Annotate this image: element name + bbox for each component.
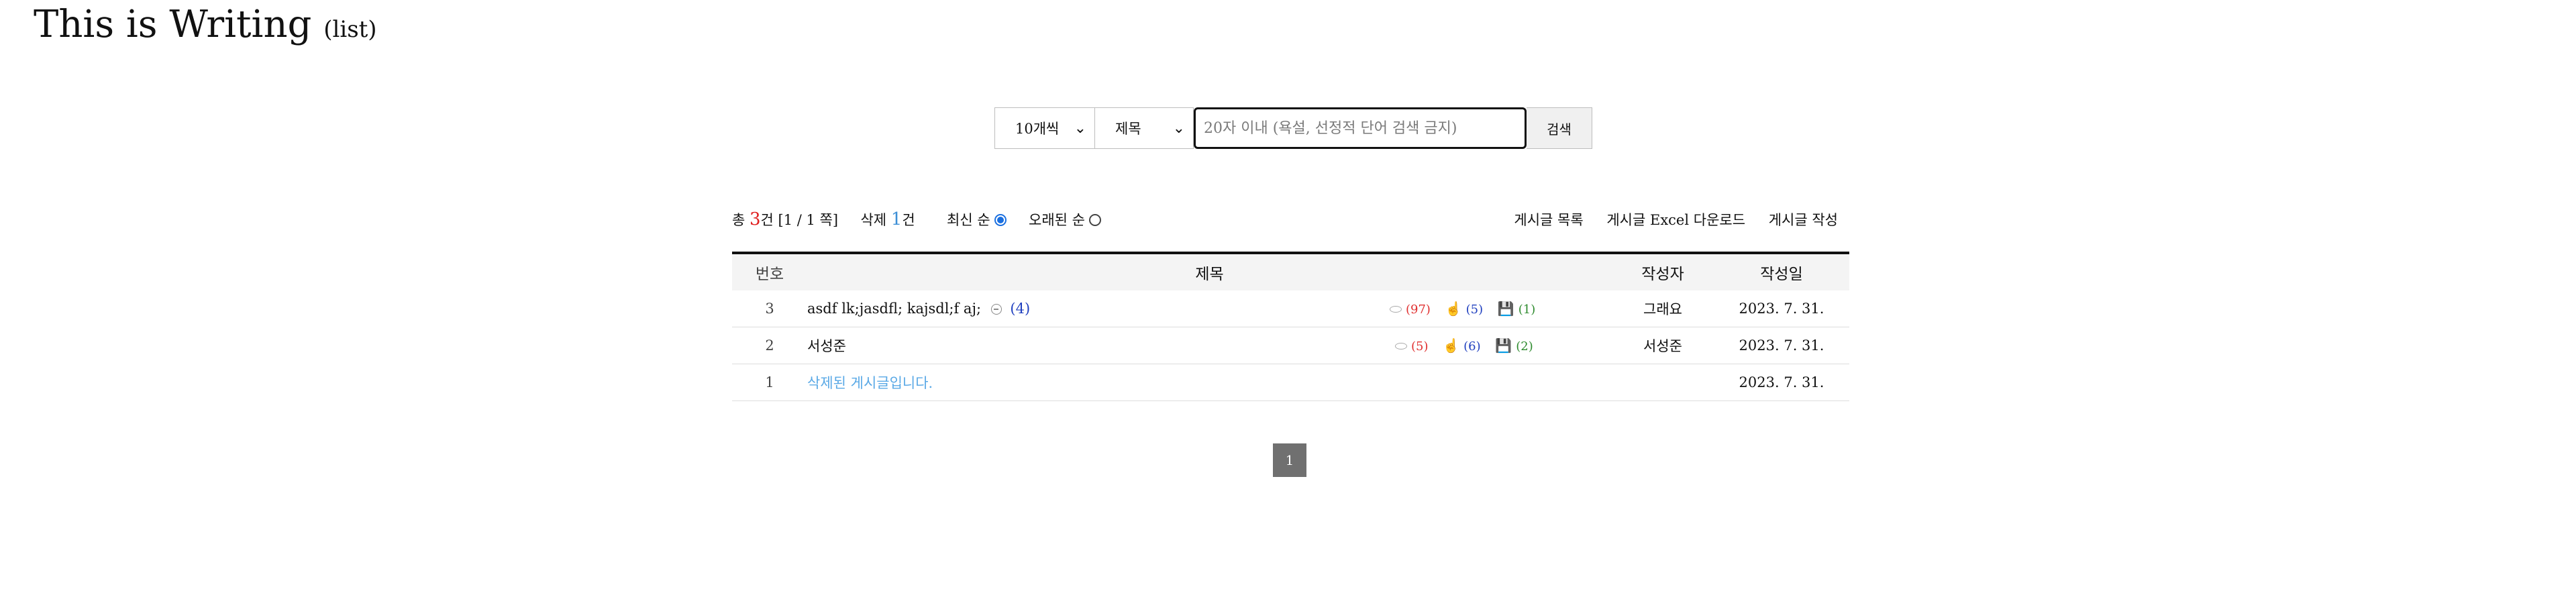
sort-options: 최신 순 오래된 순 (947, 209, 1101, 229)
comment-count: (4) (1010, 301, 1031, 317)
search-field-select[interactable]: 제목 ⌄ (1095, 107, 1194, 149)
view-count: (97) (1406, 303, 1431, 317)
row-stats (1389, 364, 1612, 401)
view-count: (5) (1411, 339, 1429, 354)
thumbs-up-icon: ☝ (1443, 337, 1460, 354)
total-count: 3 (750, 209, 761, 229)
sort-oldest-label: 오래된 순 (1029, 212, 1085, 228)
header-author: 작성자 (1612, 252, 1714, 290)
search-bar: 10개씩 ⌄ 제목 ⌄ 검색 (994, 107, 1592, 149)
write-post-link[interactable]: 게시글 작성 (1769, 212, 1838, 228)
deleted-post-title: 삭제된 게시글입니다. (807, 375, 933, 391)
table-row[interactable]: 1 삭제된 게시글입니다. 2023. 7. 31. (732, 364, 1849, 401)
save-count: (2) (1516, 339, 1533, 354)
deleted-count: 1 (890, 209, 903, 229)
page-size-select[interactable]: 10개씩 ⌄ (994, 107, 1095, 149)
post-list-link[interactable]: 게시글 목록 (1514, 212, 1583, 228)
pagination: 1 (1273, 443, 1306, 477)
comment-icon (990, 304, 1002, 315)
page-subtitle: (list) (323, 16, 377, 43)
save-icon: 💾 (1497, 301, 1514, 317)
deleted-suffix: 건 (902, 212, 915, 228)
table-header-row: 번호 제목 작성자 작성일 (732, 252, 1849, 290)
table-row[interactable]: 3 asdf lk;jasdfl; kajsdl;f aj; (4) (97) … (732, 290, 1849, 327)
row-num: 2 (732, 327, 807, 364)
page-title-text: This is Writing (34, 3, 312, 46)
eye-icon (1395, 343, 1407, 350)
chevron-down-icon: ⌄ (1074, 120, 1086, 137)
sort-newest-radio[interactable] (994, 213, 1007, 226)
header-title: 제목 (807, 252, 1612, 290)
row-stats: (97) ☝ (5) 💾 (1) (1389, 290, 1612, 327)
row-title-cell: 서성준 (807, 327, 1389, 364)
like-count: (6) (1463, 339, 1481, 354)
board-actions: 게시글 목록 게시글 Excel 다운로드 게시글 작성 (1495, 209, 1838, 229)
list-meta: 총 3건 [1 / 1 쪽] 삭제 1건 최신 순 오래된 순 게시글 목록 게… (732, 209, 1846, 229)
total-page-info: 건 [1 / 1 쪽] (760, 212, 839, 228)
row-title-cell: 삭제된 게시글입니다. (807, 364, 1389, 401)
table-row[interactable]: 2 서성준 (5) ☝ (6) 💾 (2) 서성준 2023. 7. 31. (732, 327, 1849, 364)
total-label: 총 (732, 212, 750, 228)
header-date: 작성일 (1714, 252, 1849, 290)
save-icon: 💾 (1495, 337, 1512, 354)
page-size-value: 10개씩 (1015, 121, 1060, 137)
post-title-link[interactable]: asdf lk;jasdfl; kajsdl;f aj; (807, 301, 981, 317)
eye-icon (1390, 306, 1402, 313)
excel-download-link[interactable]: 게시글 Excel 다운로드 (1606, 212, 1745, 228)
like-count: (5) (1465, 303, 1484, 317)
row-author: 서성준 (1612, 327, 1714, 364)
row-num: 3 (732, 290, 807, 327)
post-table: 번호 제목 작성자 작성일 3 asdf lk;jasdfl; kajsdl;f… (732, 252, 1849, 401)
row-num: 1 (732, 364, 807, 401)
page-title: This is Writing (list) (34, 3, 377, 46)
header-num: 번호 (732, 252, 807, 290)
row-stats: (5) ☝ (6) 💾 (2) (1389, 327, 1612, 364)
thumbs-up-icon: ☝ (1445, 301, 1462, 317)
search-button[interactable]: 검색 (1527, 107, 1592, 149)
search-input[interactable] (1194, 107, 1527, 149)
row-author: 그래요 (1612, 290, 1714, 327)
search-field-value: 제목 (1115, 121, 1141, 137)
row-date: 2023. 7. 31. (1714, 290, 1849, 327)
page-button-current[interactable]: 1 (1273, 443, 1306, 477)
post-count-summary: 총 3건 [1 / 1 쪽] 삭제 1건 (732, 209, 915, 229)
row-author (1612, 364, 1714, 401)
row-date: 2023. 7. 31. (1714, 364, 1849, 401)
sort-newest-label: 최신 순 (947, 212, 990, 228)
chevron-down-icon: ⌄ (1172, 120, 1185, 137)
row-title-cell: asdf lk;jasdfl; kajsdl;f aj; (4) (807, 290, 1389, 327)
row-date: 2023. 7. 31. (1714, 327, 1849, 364)
deleted-label: 삭제 (860, 212, 891, 228)
post-title-link[interactable]: 서성준 (807, 338, 846, 354)
save-count: (1) (1518, 303, 1536, 317)
sort-oldest-radio[interactable] (1089, 213, 1101, 226)
